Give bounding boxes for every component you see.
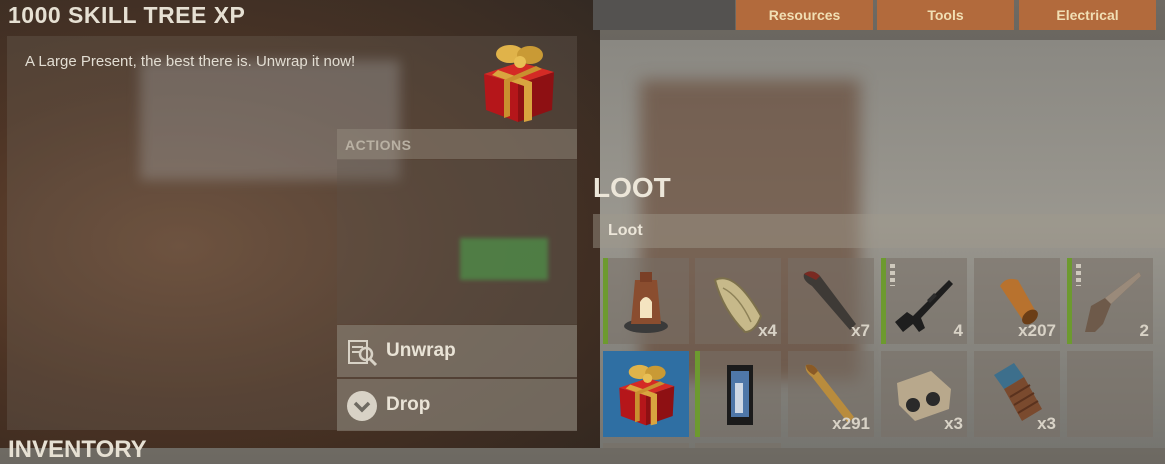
item-quantity: x3 xyxy=(1037,414,1056,433)
loot-slot-11[interactable]: x3 xyxy=(974,351,1060,437)
actions-header-label: ACTIONS xyxy=(345,137,412,153)
unwrap-button[interactable]: Unwrap xyxy=(337,325,577,377)
shotgun-icon xyxy=(1085,272,1141,332)
loot-container-label: Loot xyxy=(608,222,643,239)
tab-resources[interactable]: Resources xyxy=(736,0,873,30)
drop-label: Drop xyxy=(386,394,431,415)
loot-slot-1[interactable] xyxy=(603,258,689,344)
loot-slot-4[interactable]: 4 xyxy=(881,258,967,344)
item-quantity: x4 xyxy=(758,321,777,340)
condition-bar xyxy=(603,258,608,344)
inventory-title: INVENTORY xyxy=(8,436,147,463)
loot-slot-row3[interactable] xyxy=(695,443,781,448)
item-quantity: x7 xyxy=(851,321,870,340)
loot-slot-3[interactable]: x7 xyxy=(788,258,874,344)
actions-header: ACTIONS xyxy=(337,129,577,159)
loot-container-header: Loot xyxy=(593,214,1165,248)
drop-button[interactable]: Drop xyxy=(337,379,577,431)
loot-slot-7[interactable] xyxy=(603,351,689,437)
loot-slot-6[interactable]: 2 xyxy=(1067,258,1153,344)
loot-slot-2[interactable]: x4 xyxy=(695,258,781,344)
loot-slot-5[interactable]: x207 xyxy=(974,258,1060,344)
large-present-icon xyxy=(484,45,554,122)
condition-bar xyxy=(1067,258,1072,344)
item-quantity: 4 xyxy=(953,321,963,340)
furnace-icon xyxy=(624,272,668,333)
loot-title: LOOT xyxy=(593,172,671,203)
condition-bar xyxy=(695,351,700,437)
large-present-icon xyxy=(619,364,675,426)
loot-slot-12[interactable] xyxy=(1067,351,1153,437)
unwrap-icon xyxy=(348,340,378,367)
item-quantity: x207 xyxy=(1018,321,1056,340)
item-quantity: 2 xyxy=(1139,321,1149,340)
item-description: A Large Present, the best there is. Unwr… xyxy=(25,53,356,70)
assault-rifle-icon xyxy=(895,280,953,332)
item-title: 1000 SKILL TREE XP xyxy=(8,2,246,28)
loot-slot-10[interactable]: x3 xyxy=(881,351,967,437)
loot-slot-row3[interactable] xyxy=(603,443,689,448)
actions-list xyxy=(337,160,577,324)
loot-slot-8[interactable] xyxy=(695,351,781,437)
battery-icon xyxy=(727,365,753,425)
drop-chevron-icon xyxy=(347,391,377,421)
tab-strip-empty xyxy=(593,0,735,30)
unwrap-label: Unwrap xyxy=(386,340,456,361)
tab-electrical[interactable]: Electrical xyxy=(1019,0,1156,30)
loot-slot-9[interactable]: x291 xyxy=(788,351,874,437)
item-quantity: x291 xyxy=(832,414,870,433)
tab-tools[interactable]: Tools xyxy=(877,0,1014,30)
item-quantity: x3 xyxy=(944,414,963,433)
condition-bar xyxy=(881,258,886,344)
